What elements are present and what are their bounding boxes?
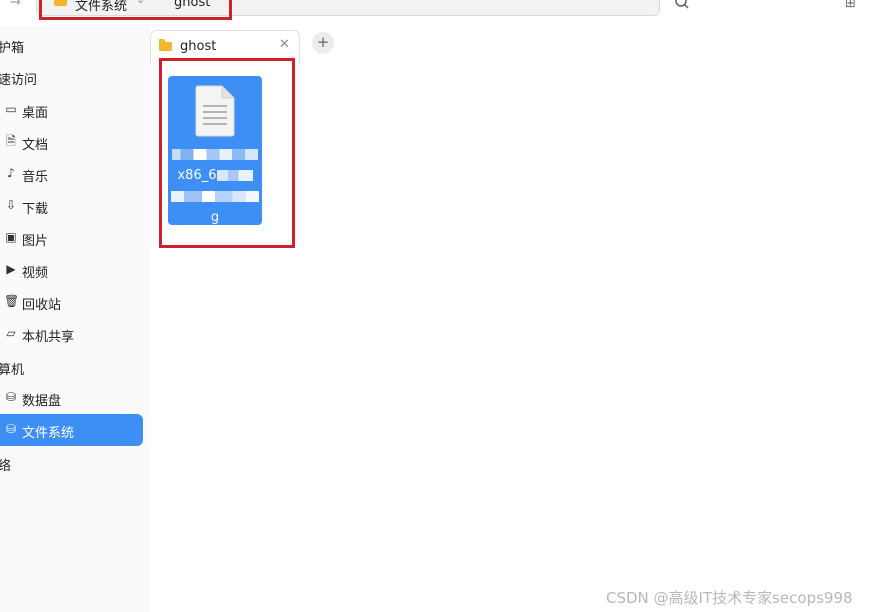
sidebar-item-label: 图片	[22, 234, 49, 249]
trash-icon: 🗑	[4, 294, 20, 308]
sidebar-item-local-share[interactable]: ▱ 本机共享	[0, 318, 143, 350]
sidebar-section-computer: 算机	[0, 363, 25, 378]
drive-icon: ⛁	[5, 422, 17, 436]
picture-icon: ▣	[5, 230, 17, 244]
add-tab-button[interactable]: +	[312, 32, 334, 54]
close-icon[interactable]: ✕	[279, 37, 290, 52]
watermark: CSDN @高级IT技术专家secops998	[606, 589, 853, 607]
highlight-box-address	[39, 0, 232, 20]
sidebar-item-desktop[interactable]: ▭ 桌面	[0, 94, 143, 126]
search-icon[interactable]	[673, 0, 691, 11]
sidebar-item-label: 回收站	[22, 298, 62, 313]
tab-label: ghost	[180, 39, 217, 54]
sidebar-item-music[interactable]: ♪ 音乐	[0, 158, 143, 190]
music-icon: ♪	[7, 166, 15, 180]
sidebar-item-trash[interactable]: 🗑 回收站	[0, 286, 143, 318]
sidebar-item-label: 视频	[22, 266, 49, 281]
sidebar-item-label: 文件系统	[22, 426, 75, 441]
download-icon: ⇩	[5, 198, 17, 212]
sidebar-item-label: 数据盘	[22, 394, 62, 409]
highlight-box-file	[159, 58, 295, 248]
sidebar-item-label: 音乐	[22, 170, 49, 185]
sidebar-item-data-disk[interactable]: ⛁ 数据盘	[0, 382, 143, 414]
video-icon: ▶	[6, 262, 16, 276]
sidebar-item-documents[interactable]: 🗎 文档	[0, 126, 143, 158]
sidebar-item-label: 下载	[22, 202, 49, 217]
sidebar-item-videos[interactable]: ▶ 视频	[0, 254, 143, 286]
arrow-right-icon[interactable]: →	[10, 0, 21, 10]
sidebar-item-label: 本机共享	[22, 330, 75, 345]
sidebar: 护箱 速访问 ▭ 桌面 🗎 文档 ♪ 音乐 ⇩ 下载 ▣ 图片 ▶ 视频 🗑 回…	[0, 26, 151, 612]
folder-icon	[159, 39, 172, 51]
top-bar: → 文件系统 ⌄ ghost ⊞	[0, 0, 869, 26]
sidebar-item-pictures[interactable]: ▣ 图片	[0, 222, 143, 254]
sidebar-item-file-system[interactable]: ⛁ 文件系统	[0, 414, 143, 446]
sidebar-section-vault[interactable]: 护箱	[0, 37, 24, 56]
sidebar-section-quick-access: 速访问	[0, 73, 38, 88]
desktop-icon: ▭	[5, 102, 17, 116]
drive-icon: ⛁	[5, 390, 17, 404]
sidebar-item-label: 文档	[22, 138, 49, 153]
document-icon: 🗎	[6, 134, 16, 148]
sidebar-item-label: 桌面	[22, 106, 49, 121]
sidebar-item-downloads[interactable]: ⇩ 下载	[0, 190, 143, 222]
folder-icon: ▱	[6, 326, 16, 340]
sidebar-section-network[interactable]: 络	[0, 455, 11, 474]
file-view[interactable]: x86_6 g	[150, 58, 869, 612]
grid-view-icon[interactable]: ⊞	[845, 0, 856, 11]
